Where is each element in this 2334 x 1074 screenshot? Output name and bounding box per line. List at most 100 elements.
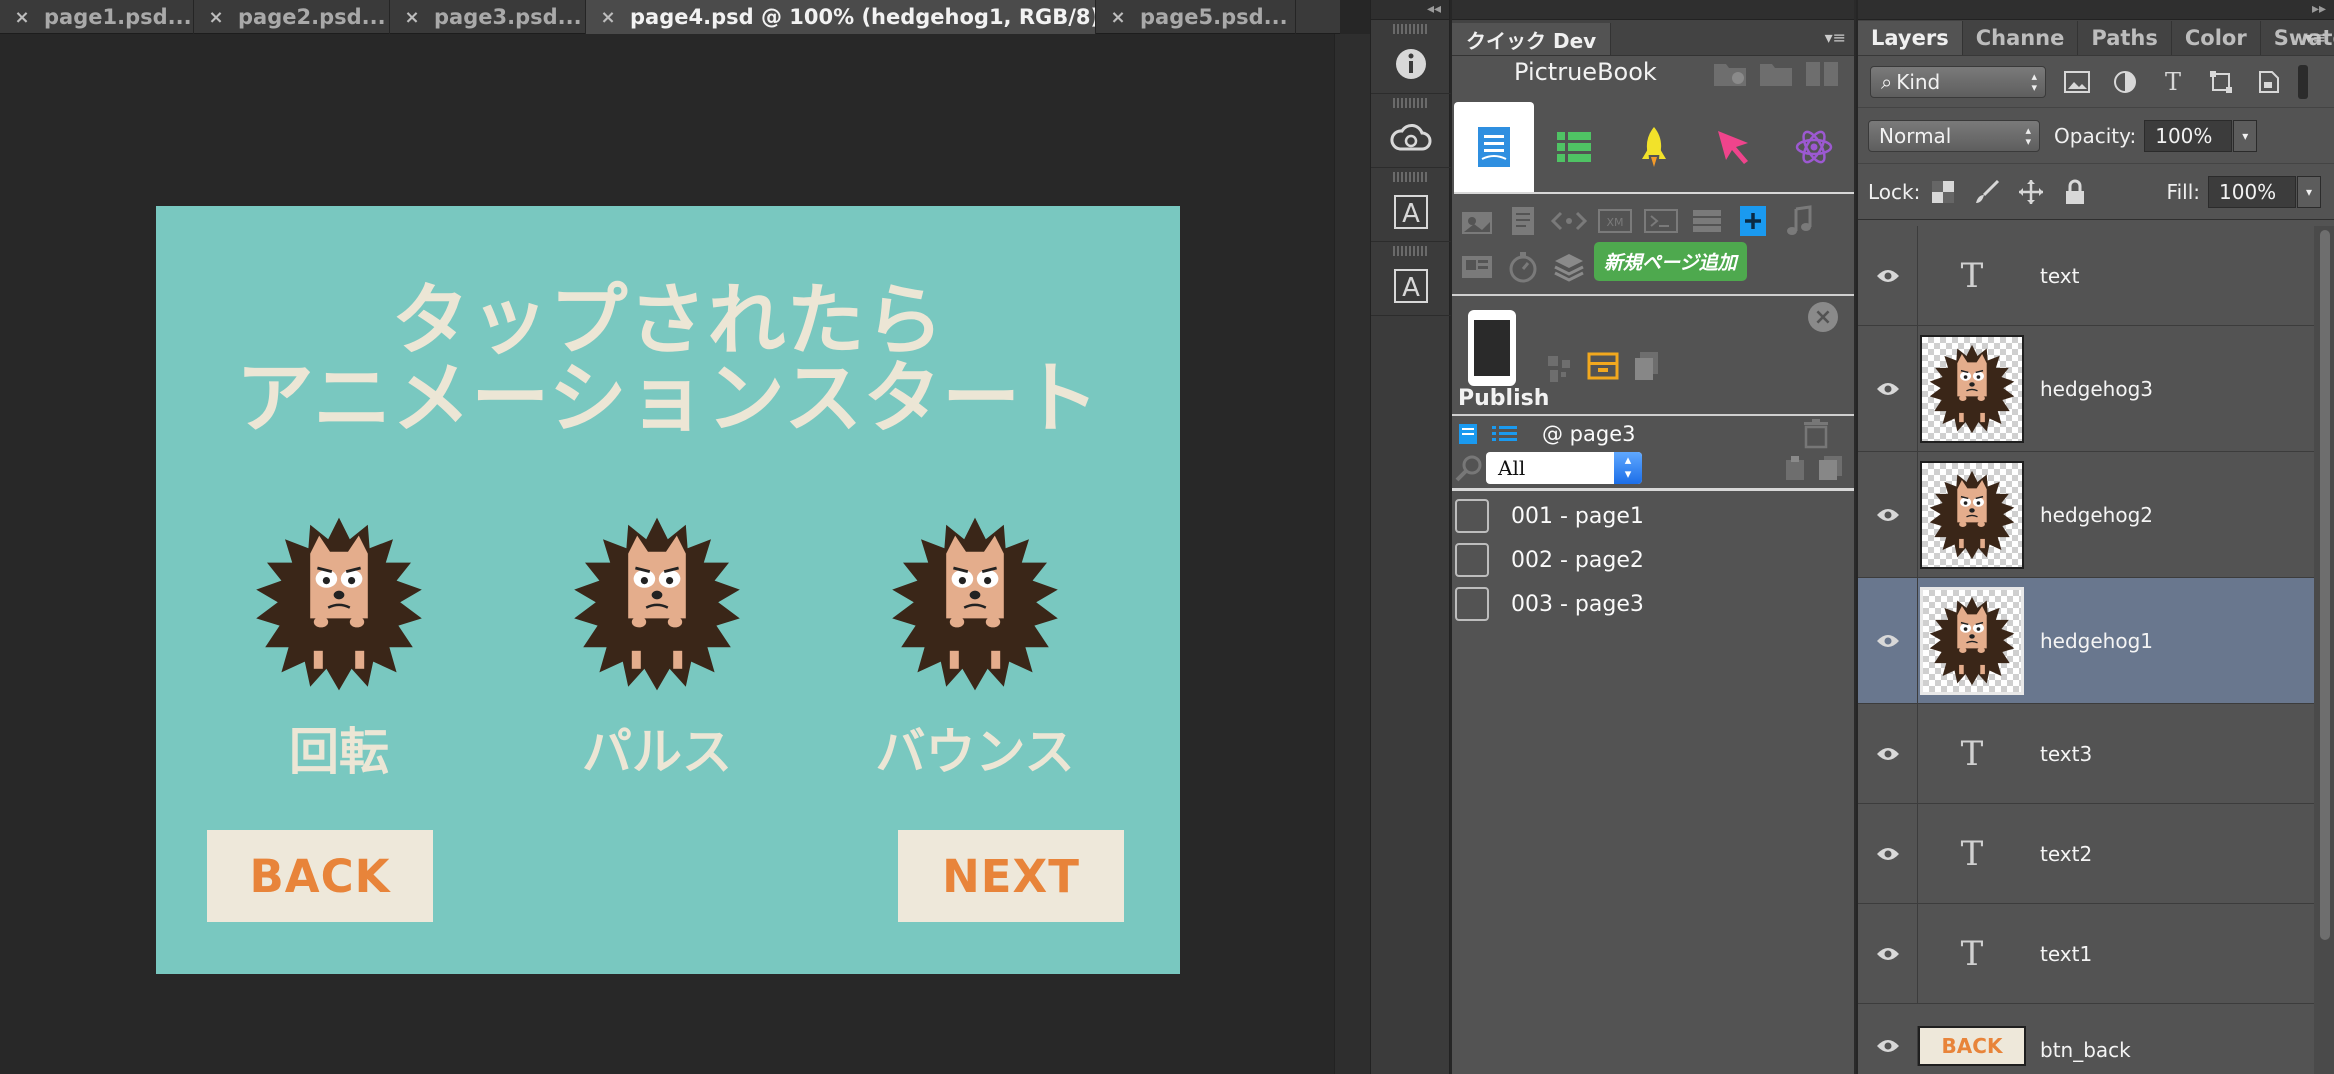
page-list-icon[interactable] bbox=[1490, 422, 1520, 446]
smart-object-filter-icon[interactable] bbox=[2252, 65, 2286, 99]
visibility-eye-icon[interactable] bbox=[1858, 704, 1918, 803]
pixel-filter-icon[interactable] bbox=[2060, 65, 2094, 99]
fill-input[interactable]: 100% ▾ bbox=[2208, 175, 2321, 208]
creative-cloud-button[interactable] bbox=[1371, 108, 1451, 168]
opacity-dropdown-icon[interactable]: ▾ bbox=[2233, 119, 2258, 152]
layer-name[interactable]: text1 bbox=[2040, 942, 2092, 966]
add-page-icon[interactable] bbox=[1732, 200, 1774, 242]
layer-row-hedgehog2[interactable]: hedgehog2 bbox=[1858, 452, 2314, 578]
filter-toggle-switch[interactable] bbox=[2298, 64, 2308, 99]
grip-handle[interactable] bbox=[1393, 172, 1427, 182]
close-tab-icon[interactable]: × bbox=[390, 7, 434, 28]
html-code-icon[interactable] bbox=[1548, 200, 1590, 242]
tab-atom-mode[interactable] bbox=[1774, 102, 1854, 192]
hedgehog-image-3[interactable] bbox=[885, 514, 1065, 694]
visibility-eye-icon[interactable] bbox=[1858, 904, 1918, 1003]
tab-color[interactable]: Color bbox=[2171, 21, 2261, 55]
document-tab-page1[interactable]: × page1.psd... bbox=[0, 0, 194, 34]
lock-all-icon[interactable] bbox=[2060, 177, 2090, 207]
add-image-icon[interactable] bbox=[1456, 200, 1498, 242]
paragraph-panel-button[interactable]: A bbox=[1371, 256, 1451, 316]
lock-position-icon[interactable] bbox=[2016, 177, 2046, 207]
layer-row-text3[interactable]: T text3 bbox=[1858, 704, 2314, 804]
new-folder-icon[interactable] bbox=[1712, 58, 1748, 88]
document-tab-page3[interactable]: × page3.psd... bbox=[390, 0, 586, 34]
tab-paths[interactable]: Paths bbox=[2078, 21, 2172, 55]
layers-scrollbar[interactable] bbox=[2314, 226, 2334, 1074]
layer-row-text[interactable]: T text bbox=[1858, 226, 2314, 326]
copy-pages-icon[interactable] bbox=[1632, 350, 1662, 382]
stack-icon[interactable] bbox=[1686, 200, 1728, 242]
page-checkbox[interactable] bbox=[1455, 543, 1489, 577]
layer-row-hedgehog1[interactable]: hedgehog1 bbox=[1858, 578, 2314, 704]
script-console-icon[interactable] bbox=[1640, 200, 1682, 242]
visibility-eye-icon[interactable] bbox=[1858, 1026, 1918, 1066]
publish-label[interactable]: Publish bbox=[1458, 386, 1549, 411]
tab-document-mode[interactable] bbox=[1454, 102, 1534, 192]
next-button[interactable]: NEXT bbox=[898, 830, 1124, 922]
book-icon[interactable] bbox=[1804, 58, 1840, 88]
add-text-page-icon[interactable] bbox=[1502, 200, 1544, 242]
layers-stack-icon[interactable] bbox=[1548, 246, 1590, 288]
page-checkbox[interactable] bbox=[1455, 587, 1489, 621]
grip-handle[interactable] bbox=[1393, 98, 1427, 108]
tab-layers[interactable]: Layers bbox=[1858, 21, 1963, 55]
layer-name[interactable]: text bbox=[2040, 264, 2079, 288]
archive-box-icon[interactable] bbox=[1586, 350, 1620, 380]
duplicate-page-icon[interactable] bbox=[1816, 454, 1846, 482]
panel-menu-icon[interactable]: ▾≡ bbox=[1825, 28, 1846, 47]
fill-dropdown-icon[interactable]: ▾ bbox=[2297, 175, 2321, 208]
tab-quick-dev[interactable]: クイック Dev bbox=[1452, 23, 1612, 55]
canvas-scrollbar[interactable] bbox=[1334, 34, 1370, 1074]
trash-icon[interactable] bbox=[1802, 419, 1830, 449]
close-tab-icon[interactable]: × bbox=[586, 7, 630, 28]
collapse-strip-icon[interactable]: ◂◂ bbox=[1371, 0, 1449, 20]
close-icon[interactable]: × bbox=[1808, 302, 1838, 332]
paste-page-icon[interactable] bbox=[1782, 454, 1810, 482]
shape-filter-icon[interactable] bbox=[2204, 65, 2238, 99]
list-item-page3[interactable]: 003 - page3 bbox=[1452, 582, 1854, 626]
grip-handle[interactable] bbox=[1393, 24, 1427, 34]
visibility-eye-icon[interactable] bbox=[1858, 804, 1918, 903]
page-view-icon[interactable] bbox=[1456, 422, 1480, 446]
hedgehog-image-1[interactable] bbox=[249, 514, 429, 694]
lock-transparency-icon[interactable] bbox=[1928, 177, 1958, 207]
visibility-eye-icon[interactable] bbox=[1858, 578, 1918, 703]
close-tab-icon[interactable]: × bbox=[0, 7, 44, 28]
layer-name[interactable]: btn_back bbox=[2040, 1038, 2131, 1062]
back-button[interactable]: BACK bbox=[207, 830, 433, 922]
qr-code-icon[interactable] bbox=[1546, 350, 1574, 384]
character-panel-button[interactable]: A bbox=[1371, 182, 1451, 242]
tab-channels[interactable]: Channe bbox=[1962, 21, 2079, 55]
tab-list-mode[interactable] bbox=[1534, 102, 1614, 192]
adjustment-filter-icon[interactable] bbox=[2108, 65, 2142, 99]
slideshow-icon[interactable] bbox=[1456, 246, 1498, 288]
visibility-eye-icon[interactable] bbox=[1858, 326, 1918, 451]
tablet-device-icon[interactable] bbox=[1468, 310, 1516, 386]
scrollbar-thumb[interactable] bbox=[2320, 230, 2330, 940]
layer-row-btn-back[interactable]: BACK btn_back bbox=[1858, 1004, 2314, 1074]
type-filter-icon[interactable]: T bbox=[2156, 65, 2190, 99]
layer-row-hedgehog3[interactable]: hedgehog3 bbox=[1858, 326, 2314, 452]
info-panel-button[interactable] bbox=[1371, 34, 1451, 94]
close-tab-icon[interactable]: × bbox=[1096, 7, 1140, 28]
lock-image-pixels-icon[interactable] bbox=[1972, 177, 2002, 207]
canvas-artboard[interactable]: タップされたら アニメーションスタート 回転 パルス バウンス BACK NEX… bbox=[156, 206, 1180, 974]
tab-launch-mode[interactable] bbox=[1614, 102, 1694, 192]
list-item-page2[interactable]: 002 - page2 bbox=[1452, 538, 1854, 582]
open-folder-icon[interactable] bbox=[1758, 58, 1794, 88]
blend-mode-select[interactable]: Normal ▴ ▾ bbox=[1868, 119, 2040, 152]
layer-name[interactable]: text3 bbox=[2040, 742, 2092, 766]
layer-kind-select[interactable]: ⌕ Kind ▴ ▾ bbox=[1870, 65, 2046, 98]
list-item-page1[interactable]: 001 - page1 bbox=[1452, 494, 1854, 538]
music-icon[interactable] bbox=[1778, 200, 1820, 242]
panel-menu-icon[interactable]: ▾≡ bbox=[2305, 28, 2326, 47]
grip-handle[interactable] bbox=[1393, 246, 1427, 256]
layer-name[interactable]: hedgehog1 bbox=[2040, 629, 2153, 653]
page-filter-select[interactable]: All ▴ ▾ bbox=[1486, 452, 1642, 484]
tab-interaction-mode[interactable] bbox=[1694, 102, 1774, 192]
hedgehog-image-2[interactable] bbox=[567, 514, 747, 694]
close-tab-icon[interactable]: × bbox=[194, 7, 238, 28]
document-tab-page4[interactable]: × page4.psd @ 100% (hedgehog1, RGB/8) bbox=[586, 0, 1096, 34]
layer-name[interactable]: hedgehog2 bbox=[2040, 503, 2153, 527]
